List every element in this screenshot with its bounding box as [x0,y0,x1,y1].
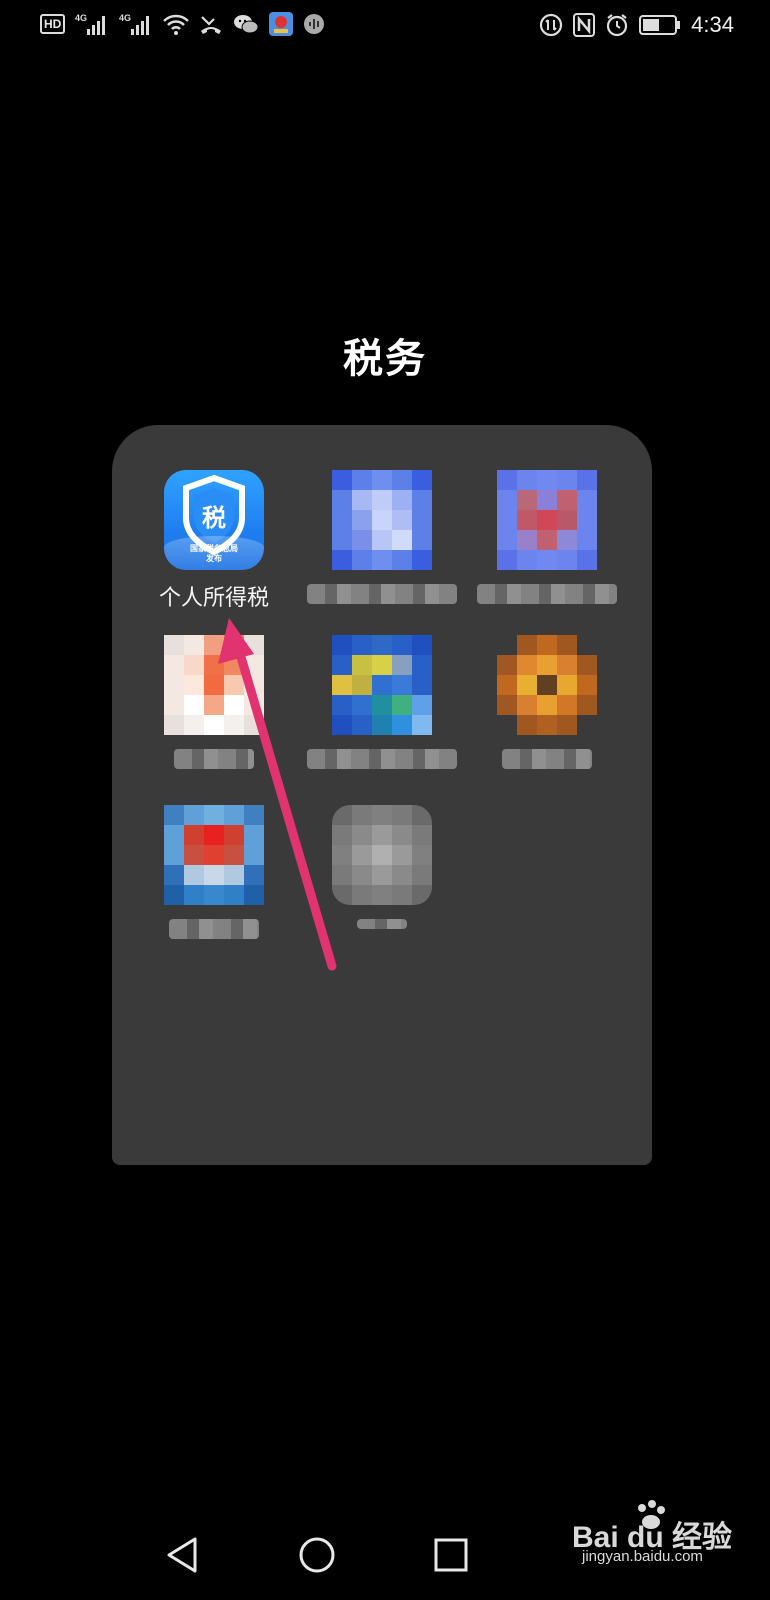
app-label-personal-income-tax: 个人所得税 [158,586,269,611]
app-blurred-3[interactable] [467,470,627,604]
blurred-app-label [307,749,457,769]
blurred-app-icon[interactable] [332,470,432,570]
signal-4g-icon: 4G [75,12,109,36]
status-bar: HD 4G 4G 4:34 [0,0,770,52]
blurred-app-icon[interactable] [497,470,597,570]
folder-title[interactable]: 税务 [0,326,770,384]
app-blurred-2[interactable] [302,470,462,604]
tax-icon-caption: 国家税务总局 发布 [164,544,264,564]
data-saver-icon [539,13,563,37]
app-notification-icon [269,12,294,36]
tax-icon-caption-line2: 发布 [206,554,222,563]
watermark-subtext: jingyan.baidu.com [582,1548,703,1565]
status-left-icons: HD 4G 4G [40,12,325,36]
status-time: 4:34 [691,12,734,37]
blurred-app-label [307,584,457,604]
back-icon[interactable] [158,1530,208,1580]
blurred-app-label [169,919,259,939]
battery-icon [639,14,681,36]
tax-icon-caption-line1: 国家税务总局 [190,544,238,553]
signal-4g-icon-2: 4G [119,12,153,36]
missed-call-icon [199,13,223,35]
wechat-icon [233,13,259,35]
blurred-app-icon[interactable] [332,805,432,905]
folder-panel: 税 国家税务总局 发布 个人所得税 [112,425,652,1165]
app-blurred-4[interactable] [134,635,294,769]
wifi-icon [163,13,190,35]
blurred-app-label [502,749,592,769]
app-blurred-7[interactable] [134,805,294,939]
alarm-icon [605,13,629,37]
blurred-app-icon[interactable] [164,635,264,735]
blurred-app-label [357,919,407,929]
tax-icon-glyph: 税 [202,504,226,532]
blurred-app-icon[interactable] [497,635,597,735]
app-blurred-8[interactable] [302,805,462,929]
blurred-app-label [477,584,617,604]
network-label-2: 4G [119,13,131,23]
blurred-app-icon[interactable] [164,805,264,905]
tax-app-icon[interactable]: 税 国家税务总局 发布 [164,470,264,570]
baidu-watermark: Bai du 经验 jingyan.baidu.com [542,1500,732,1566]
hd-icon: HD [40,14,66,34]
voice-icon [303,13,325,35]
blurred-app-icon[interactable] [332,635,432,735]
home-icon[interactable] [292,1530,342,1580]
blurred-app-label [174,749,254,769]
app-blurred-6[interactable] [467,635,627,769]
app-blurred-5[interactable] [302,635,462,769]
app-personal-income-tax[interactable]: 税 国家税务总局 发布 个人所得税 [134,470,294,612]
status-right-icons: 4:34 [539,12,734,38]
nfc-icon [573,13,596,37]
network-label-1: 4G [75,13,87,23]
recents-icon[interactable] [426,1530,476,1580]
